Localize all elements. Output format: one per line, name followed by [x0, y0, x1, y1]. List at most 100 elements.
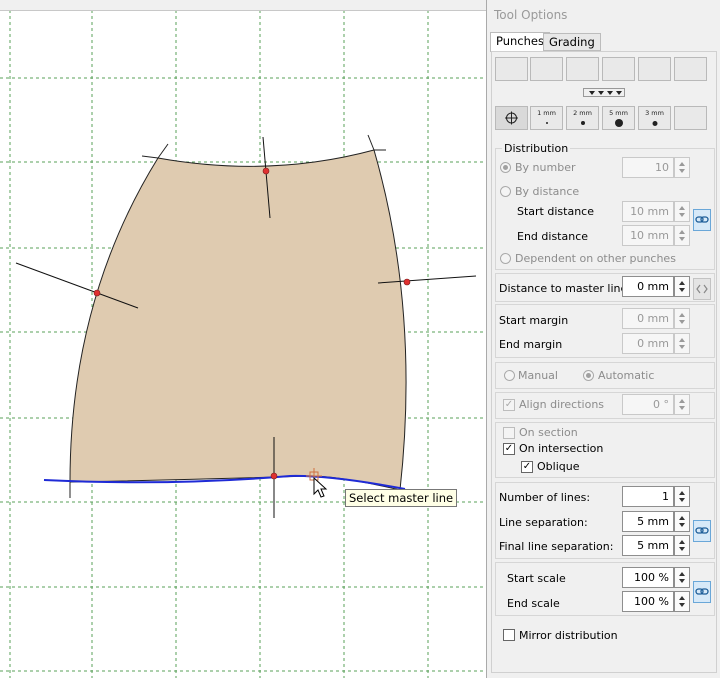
- align-angle-input[interactable]: 0 °: [622, 394, 674, 415]
- start-distance-input[interactable]: 10 mm: [622, 201, 674, 222]
- punch-dot-icon: [580, 121, 585, 125]
- by-number-radio[interactable]: [500, 162, 511, 173]
- code-toggle-button[interactable]: [693, 278, 711, 300]
- punch-type-button[interactable]: [674, 106, 707, 130]
- line-separation-input[interactable]: 5 mm: [622, 511, 674, 532]
- start-scale-label: Start scale: [507, 572, 566, 585]
- mirror-distribution-label: Mirror distribution: [519, 629, 618, 642]
- mirror-distribution-checkbox[interactable]: [503, 629, 515, 641]
- align-directions-label: Align directions: [519, 398, 605, 411]
- on-intersection-checkbox[interactable]: ✓: [503, 443, 515, 455]
- punch-type-button[interactable]: [530, 57, 563, 81]
- punch-size-label: 3 mm: [645, 109, 664, 117]
- value: 0 mm: [637, 280, 669, 293]
- mouse-pointer-icon: [313, 476, 328, 498]
- by-number-label: By number: [515, 161, 576, 174]
- value: 0 mm: [637, 337, 669, 350]
- tab-grading[interactable]: Grading: [543, 33, 601, 51]
- automatic-radio[interactable]: [583, 370, 594, 381]
- distance-master-input[interactable]: 0 mm: [622, 276, 674, 297]
- punch-size-label: 1 mm: [537, 109, 556, 117]
- start-margin-spinner[interactable]: [674, 308, 690, 329]
- align-angle-spinner[interactable]: [674, 394, 690, 415]
- end-scale-input[interactable]: 100 %: [622, 591, 674, 612]
- expand-more-icon[interactable]: [583, 88, 625, 97]
- line-separation-spinner[interactable]: [674, 511, 690, 532]
- punch-3mm-button[interactable]: 3 mm: [638, 106, 671, 130]
- punch-5mm-button[interactable]: 5 mm: [602, 106, 635, 130]
- punch-type-button[interactable]: [602, 57, 635, 81]
- punch-type-button[interactable]: [638, 57, 671, 81]
- punch-size-label: 2 mm: [573, 109, 592, 117]
- value: 5 mm: [637, 539, 669, 552]
- number-of-lines-input[interactable]: 1: [622, 486, 674, 507]
- end-scale-spinner[interactable]: [674, 591, 690, 612]
- distribution-legend: Distribution: [502, 142, 571, 155]
- final-line-separation-label: Final line separation:: [499, 540, 614, 553]
- end-margin-label: End margin: [499, 338, 563, 351]
- punch-1mm-button[interactable]: 1 mm: [530, 106, 563, 130]
- code-brackets-icon: [696, 284, 708, 294]
- crosshair-icon: [505, 111, 518, 125]
- value: 100 %: [634, 571, 669, 584]
- distance-master-spinner[interactable]: [674, 276, 690, 297]
- punch-type-button[interactable]: [674, 57, 707, 81]
- punch-point: [403, 278, 411, 286]
- by-number-spinner[interactable]: [674, 157, 690, 178]
- start-distance-spinner[interactable]: [674, 201, 690, 222]
- final-line-separation-input[interactable]: 5 mm: [622, 535, 674, 556]
- value: 0 °: [653, 398, 669, 411]
- tab-punches[interactable]: Punches: [490, 32, 550, 52]
- start-margin-input[interactable]: 0 mm: [622, 308, 674, 329]
- end-scale-label: End scale: [507, 597, 560, 610]
- by-distance-radio[interactable]: [500, 186, 511, 197]
- panel-title: Tool Options: [494, 8, 568, 22]
- by-number-input[interactable]: 10: [622, 157, 674, 178]
- dependent-label: Dependent on other punches: [515, 252, 676, 265]
- crosshair-punch-button[interactable]: [495, 106, 528, 130]
- punch-point: [270, 472, 278, 480]
- value: 10 mm: [630, 229, 669, 242]
- value: 10 mm: [630, 205, 669, 218]
- tooltip: Select master line: [345, 489, 458, 507]
- manual-label: Manual: [518, 369, 558, 382]
- pattern-piece[interactable]: [69, 149, 407, 491]
- link-scales-button[interactable]: [693, 581, 711, 603]
- punch-type-button[interactable]: [566, 57, 599, 81]
- end-distance-spinner[interactable]: [674, 225, 690, 246]
- punch-dot-icon: [652, 121, 657, 126]
- pattern-drawing[interactable]: [0, 0, 486, 678]
- start-margin-label: Start margin: [499, 314, 569, 327]
- dependent-radio[interactable]: [500, 253, 511, 264]
- punch-point: [262, 167, 270, 175]
- drawing-canvas[interactable]: Select master line: [0, 0, 486, 678]
- manual-radio[interactable]: [504, 370, 515, 381]
- link-separations-button[interactable]: [693, 520, 711, 542]
- punch-dot-icon: [614, 119, 623, 127]
- punch-point: [93, 289, 101, 297]
- end-margin-input[interactable]: 0 mm: [622, 333, 674, 354]
- end-distance-label: End distance: [517, 230, 589, 243]
- value: 0 mm: [637, 312, 669, 325]
- oblique-checkbox[interactable]: ✓: [521, 461, 533, 473]
- link-icon: [695, 588, 709, 595]
- end-margin-spinner[interactable]: [674, 333, 690, 354]
- punch-type-button[interactable]: [495, 57, 528, 81]
- on-section-label: On section: [519, 426, 578, 439]
- on-intersection-label: On intersection: [519, 442, 604, 455]
- punch-size-label: 5 mm: [609, 109, 628, 117]
- end-distance-input[interactable]: 10 mm: [622, 225, 674, 246]
- automatic-label: Automatic: [598, 369, 655, 382]
- by-distance-label: By distance: [515, 185, 580, 198]
- align-directions-checkbox[interactable]: ✓: [503, 399, 515, 411]
- start-scale-input[interactable]: 100 %: [622, 567, 674, 588]
- start-scale-spinner[interactable]: [674, 567, 690, 588]
- on-section-checkbox[interactable]: [503, 427, 515, 439]
- link-icon: [695, 527, 709, 534]
- number-of-lines-spinner[interactable]: [674, 486, 690, 507]
- punch-dot-icon: [545, 122, 548, 124]
- number-of-lines-label: Number of lines:: [499, 491, 591, 504]
- link-distances-button[interactable]: [693, 209, 711, 231]
- punch-2mm-button[interactable]: 2 mm: [566, 106, 599, 130]
- final-line-separation-spinner[interactable]: [674, 535, 690, 556]
